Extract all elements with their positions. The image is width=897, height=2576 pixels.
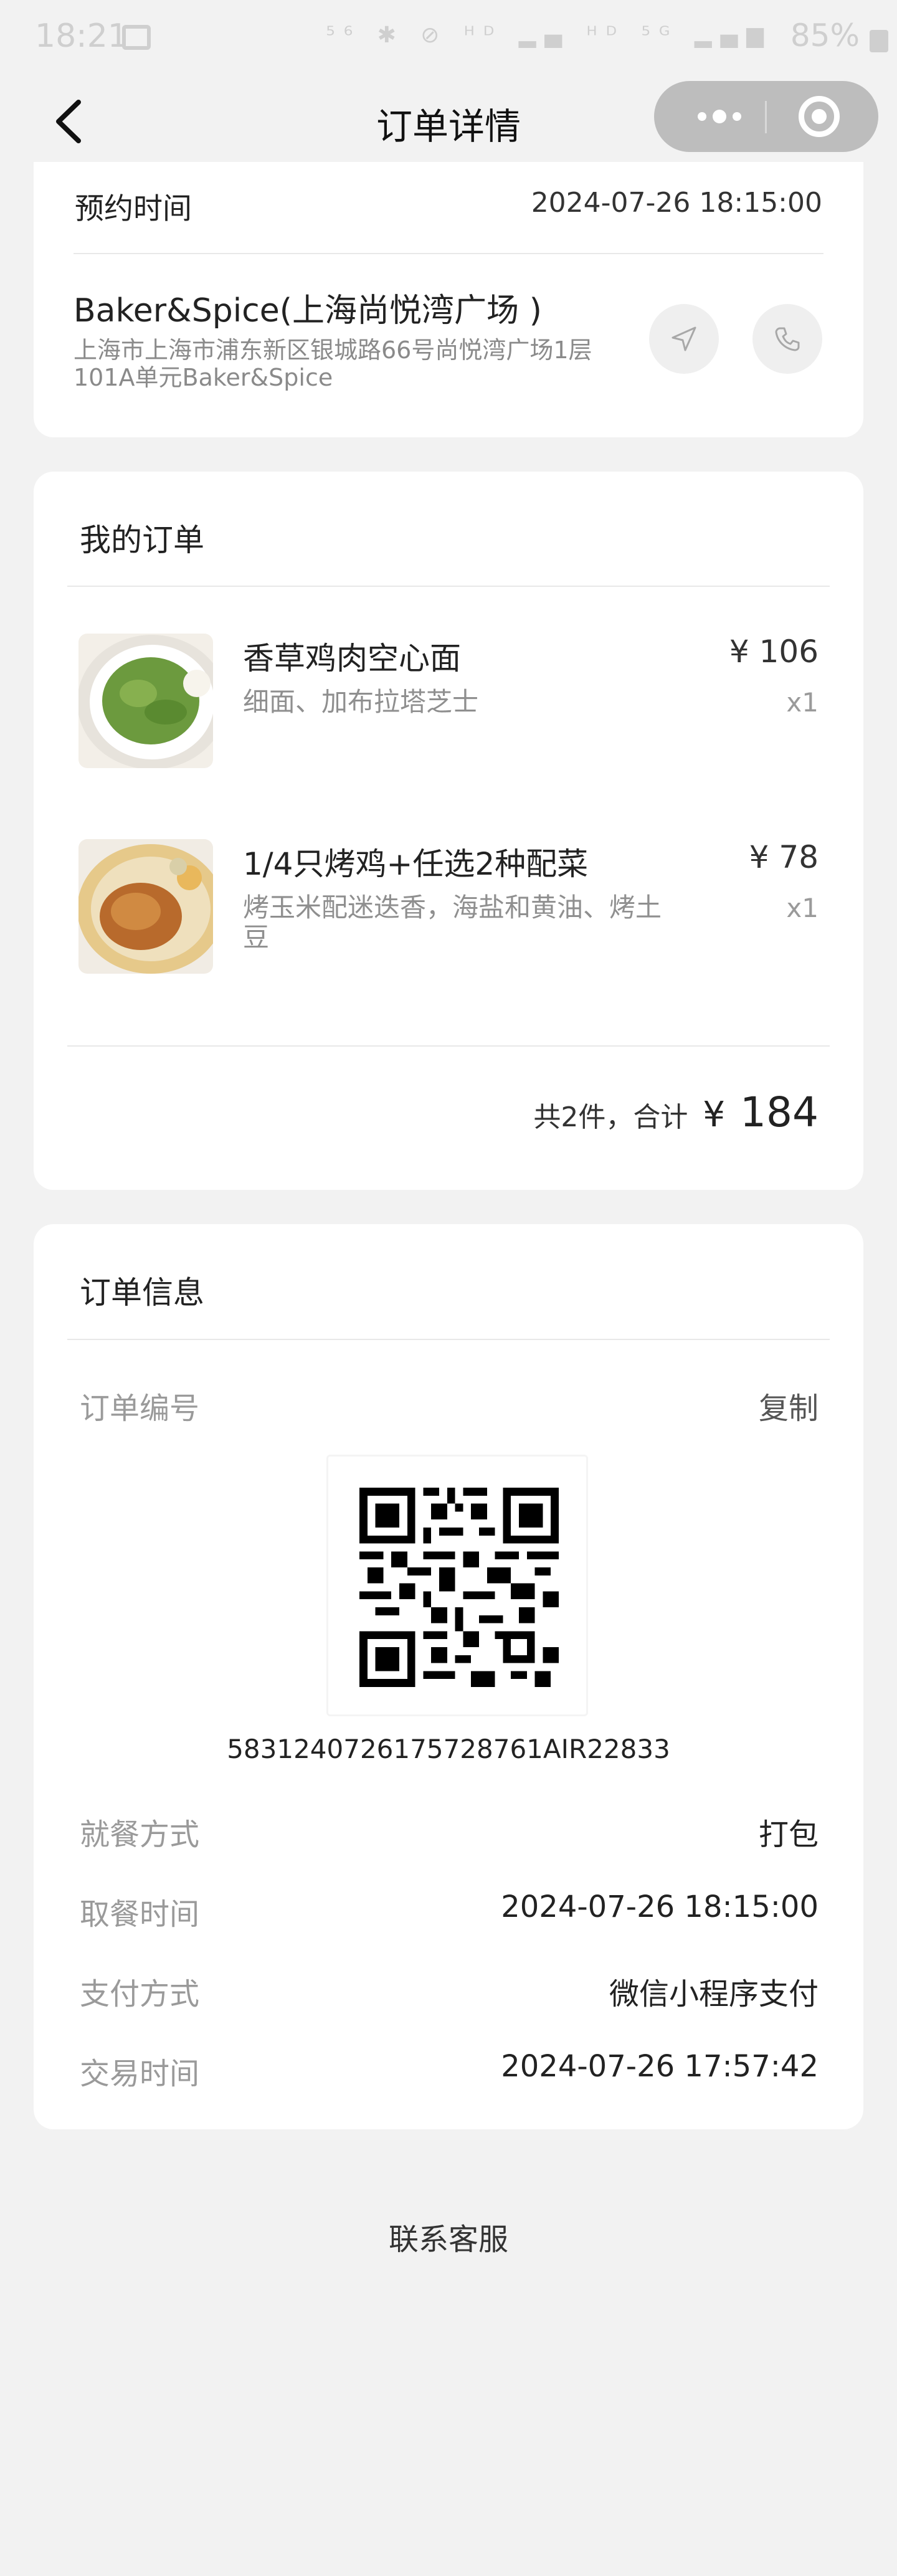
divider: [74, 253, 823, 254]
item-price: ¥ 78: [749, 839, 819, 875]
store-name: Baker&Spice(上海尚悦湾广场 ): [74, 292, 542, 330]
more-button[interactable]: [679, 81, 760, 152]
pickup-time-value: 2024-07-26 18:15:00: [501, 1889, 819, 1924]
dining-method-label: 就餐方式: [80, 1817, 200, 1852]
contact-customer-service-link[interactable]: 联系客服: [0, 2215, 897, 2258]
order-info-card: 订单信息 订单编号 复制: [34, 1224, 863, 2129]
more-dot-icon: [698, 112, 706, 121]
item-options: 细面、加布拉塔芝士: [243, 687, 479, 717]
store-address: 上海市上海市浦东新区银城路66号尚悦湾广场1层101A单元Baker&Spice: [74, 336, 592, 391]
status-time: 18:21: [35, 17, 128, 55]
transaction-time-value: 2024-07-26 17:57:42: [501, 2049, 819, 2084]
total-amount: 184: [740, 1088, 819, 1136]
divider: [67, 1045, 830, 1047]
divider: [67, 1339, 830, 1340]
navigation-arrow-icon: [672, 326, 696, 351]
order-number-label: 订单编号: [80, 1391, 200, 1426]
appointment-time-value: 2024-07-26 18:15:00: [531, 187, 822, 219]
payment-method-value: 微信小程序支付: [609, 1977, 819, 2012]
item-quantity: x1: [786, 687, 819, 718]
total-count-text: 共2件，合计: [533, 1101, 688, 1133]
my-order-title: 我的订单: [80, 522, 204, 558]
capsule-divider: [765, 101, 767, 133]
item-price: ¥ 106: [729, 634, 819, 670]
network-status-icons: ⁵⁶ ✱ ⊘ ᴴᴰ ▂▄ ᴴᴰ ⁵ᴳ ▂▄▆: [326, 22, 772, 48]
order-item[interactable]: 1/4只烤鸡+任选2种配菜 烤玉米配迷迭香，海盐和黄油、烤土豆 ¥ 78 x1: [34, 839, 863, 989]
item-image: [78, 839, 213, 974]
dining-method-value: 打包: [758, 1817, 819, 1852]
item-options: 烤玉米配迷迭香，海盐和黄油、烤土豆: [243, 892, 662, 953]
item-image: [78, 634, 213, 768]
copy-button[interactable]: 复制: [759, 1384, 819, 1427]
order-item[interactable]: 香草鸡肉空心面 细面、加布拉塔芝士 ¥ 106 x1: [34, 634, 863, 783]
order-info-title: 订单信息: [80, 1275, 204, 1311]
currency-symbol: ¥: [703, 1095, 726, 1135]
call-button[interactable]: [752, 304, 822, 374]
mini-program-capsule: [654, 81, 878, 152]
payment-method-label: 支付方式: [80, 1977, 200, 2012]
order-total: 共2件，合计 ¥ 184: [533, 1088, 819, 1136]
more-dot-icon: [733, 112, 741, 121]
order-qr-code: [326, 1455, 588, 1716]
order-number-value: 583124072617572876​1AIR22833: [227, 1734, 670, 1764]
appointment-time-label: 预约时间: [75, 192, 192, 226]
qr-code-icon: [359, 1488, 559, 1687]
store-card: 预约时间 2024-07-26 18:15:00 Baker&Spice(上海尚…: [34, 162, 863, 437]
more-dot-icon: [713, 110, 726, 123]
divider: [67, 586, 830, 587]
phone-icon: [775, 327, 800, 351]
navigation-bar: 订单详情: [0, 81, 897, 162]
my-order-card: 我的订单 香草鸡肉空心面 细面、加布拉塔芝士 ¥ 106 x1 1/4只烤鸡+任…: [34, 472, 863, 1190]
battery-percentage: 85%: [790, 17, 860, 54]
gallery-icon: [122, 25, 151, 50]
navigate-button[interactable]: [649, 304, 719, 374]
item-name: 1/4只烤鸡+任选2种配菜: [243, 846, 589, 882]
close-mini-program-button[interactable]: [799, 96, 840, 137]
transaction-time-label: 交易时间: [80, 2056, 200, 2091]
battery-icon: [870, 30, 888, 52]
status-bar: 18:21 ⁵⁶ ✱ ⊘ ᴴᴰ ▂▄ ᴴᴰ ⁵ᴳ ▂▄▆ 85%: [0, 0, 897, 81]
item-name: 香草鸡肉空心面: [243, 640, 461, 677]
item-quantity: x1: [786, 893, 819, 923]
pickup-time-label: 取餐时间: [80, 1897, 200, 1932]
